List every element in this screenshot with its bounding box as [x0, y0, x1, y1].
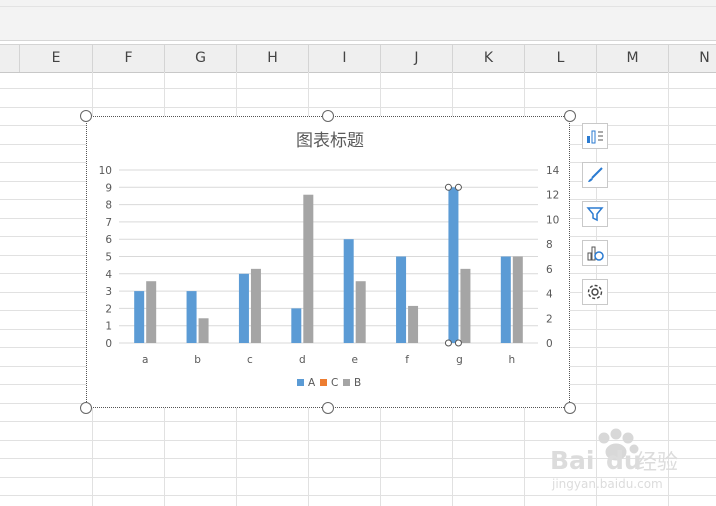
- chart-styles-brush-button[interactable]: [582, 162, 608, 188]
- column-header-row: EFGHIJKLMN: [0, 44, 716, 73]
- column-header-j[interactable]: J: [381, 45, 453, 72]
- y-axis-tick-label: 5: [105, 252, 112, 264]
- watermark-logo-text: Bai: [550, 446, 595, 475]
- column-header-k[interactable]: K: [453, 45, 525, 72]
- legend-marker-a: [297, 379, 304, 386]
- bar-a-e[interactable]: [343, 239, 354, 343]
- bar-b-g[interactable]: [460, 268, 471, 343]
- x-axis-category-label: b: [194, 354, 201, 366]
- watermark-url: jingyan.baidu.com: [551, 477, 663, 491]
- y-axis-tick-label: 1: [105, 321, 112, 333]
- legend-label-b[interactable]: B: [354, 377, 361, 389]
- selected-bar-handle[interactable]: [444, 183, 452, 191]
- chart-title[interactable]: 图表标题: [296, 131, 364, 151]
- chart-resize-handle[interactable]: [564, 402, 576, 414]
- bar-a-g[interactable]: [448, 187, 459, 343]
- chart-resize-handle[interactable]: [80, 402, 92, 414]
- ribbon-divider: [0, 6, 716, 7]
- x-axis-category-label: e: [351, 354, 357, 366]
- chart-svg: 图表标题 01234567891002468101214a b c d e f g hA C B: [99, 131, 560, 389]
- bar-b-f[interactable]: [408, 305, 419, 343]
- y-axis-tick-label: 6: [105, 234, 112, 246]
- y-axis-tick-label: 0: [105, 338, 112, 350]
- y-axis-tick-label: 8: [105, 200, 112, 212]
- x-axis-category-label: d: [299, 354, 306, 366]
- y-axis-tick-label: 3: [105, 286, 112, 298]
- row-gridline: [0, 107, 716, 108]
- x-axis-category-label: f: [405, 354, 409, 366]
- bar-a-d[interactable]: [291, 308, 302, 343]
- y2-axis-tick-label: 6: [546, 264, 553, 276]
- legend-label-c[interactable]: C: [331, 377, 338, 389]
- bar-b-e[interactable]: [355, 281, 366, 343]
- column-header-l[interactable]: L: [525, 45, 597, 72]
- row-header-corner[interactable]: [0, 45, 20, 72]
- bar-b-a[interactable]: [146, 281, 157, 343]
- watermark-jingyan-text: 经验: [636, 450, 678, 474]
- x-axis-category-label: h: [508, 354, 515, 366]
- chart-settings-gear-icon: [586, 283, 604, 301]
- column-header-i[interactable]: I: [309, 45, 381, 72]
- y-axis-tick-label: 9: [105, 182, 112, 194]
- column-header-e[interactable]: E: [20, 45, 93, 72]
- y2-axis-tick-label: 12: [546, 190, 559, 202]
- bar-a-b[interactable]: [186, 291, 197, 343]
- chart-resize-handle[interactable]: [80, 110, 92, 122]
- row-gridline: [0, 421, 716, 422]
- chart-data-settings-button[interactable]: [582, 240, 608, 266]
- column-header-m[interactable]: M: [597, 45, 669, 72]
- bar-b-b[interactable]: [198, 318, 209, 343]
- chart-settings-gear-button[interactable]: [582, 279, 608, 305]
- chart-resize-handle[interactable]: [564, 110, 576, 122]
- selected-bar-handle[interactable]: [454, 339, 462, 347]
- bar-b-d[interactable]: [303, 194, 314, 343]
- selected-bar-handle[interactable]: [444, 339, 452, 347]
- chart-filter-button[interactable]: [582, 201, 608, 227]
- column-header-n[interactable]: N: [669, 45, 716, 72]
- column-header-g[interactable]: G: [165, 45, 237, 72]
- y2-axis-tick-label: 10: [546, 214, 559, 226]
- y-axis-tick-label: 10: [99, 165, 112, 177]
- column-header-h[interactable]: H: [237, 45, 309, 72]
- chart-filter-icon: [586, 205, 604, 223]
- bar-a-a[interactable]: [134, 291, 145, 343]
- chart-elements-icon: [586, 127, 604, 145]
- legend-marker-c: [320, 379, 327, 386]
- x-axis-category-label: g: [456, 354, 463, 366]
- legend-label-a[interactable]: A: [308, 377, 316, 389]
- y2-axis-tick-label: 4: [546, 289, 553, 301]
- chart-resize-handle[interactable]: [322, 402, 334, 414]
- chart-object[interactable]: 图表标题 0 1 2 3 4 5 6 7 8 9 10 0 2 4 6 8 10 12 14 a b c d e f g h A C B: [86, 116, 570, 408]
- bar-a-c[interactable]: [238, 273, 249, 343]
- chart-styles-brush-icon: [586, 166, 604, 184]
- column-header-f[interactable]: F: [93, 45, 165, 72]
- y2-axis-tick-label: 0: [546, 338, 553, 350]
- bar-a-h[interactable]: [500, 256, 511, 344]
- x-axis-category-label: a: [142, 354, 148, 366]
- bar-b-h[interactable]: [512, 256, 523, 344]
- y-axis-tick-label: 7: [105, 217, 112, 229]
- row-gridline: [0, 88, 716, 89]
- y-axis-tick-label: 4: [105, 269, 112, 281]
- x-axis-category-label: c: [247, 354, 253, 366]
- y-axis-tick-label: 2: [105, 303, 112, 315]
- bar-a-f[interactable]: [396, 256, 407, 344]
- legend-marker-b: [343, 379, 350, 386]
- baidu-jingyan-watermark: Bai du 经验 jingyan.baidu.com: [550, 428, 678, 491]
- chart-data-settings-icon: [586, 244, 604, 262]
- ribbon-area: [0, 0, 716, 41]
- y2-axis-tick-label: 14: [546, 165, 560, 177]
- bar-b-c[interactable]: [250, 268, 261, 343]
- chart-elements-button[interactable]: [582, 123, 608, 149]
- chart-resize-handle[interactable]: [322, 110, 334, 122]
- y2-axis-tick-label: 2: [546, 313, 553, 325]
- selected-bar-handle[interactable]: [454, 183, 462, 191]
- y2-axis-tick-label: 8: [546, 239, 553, 251]
